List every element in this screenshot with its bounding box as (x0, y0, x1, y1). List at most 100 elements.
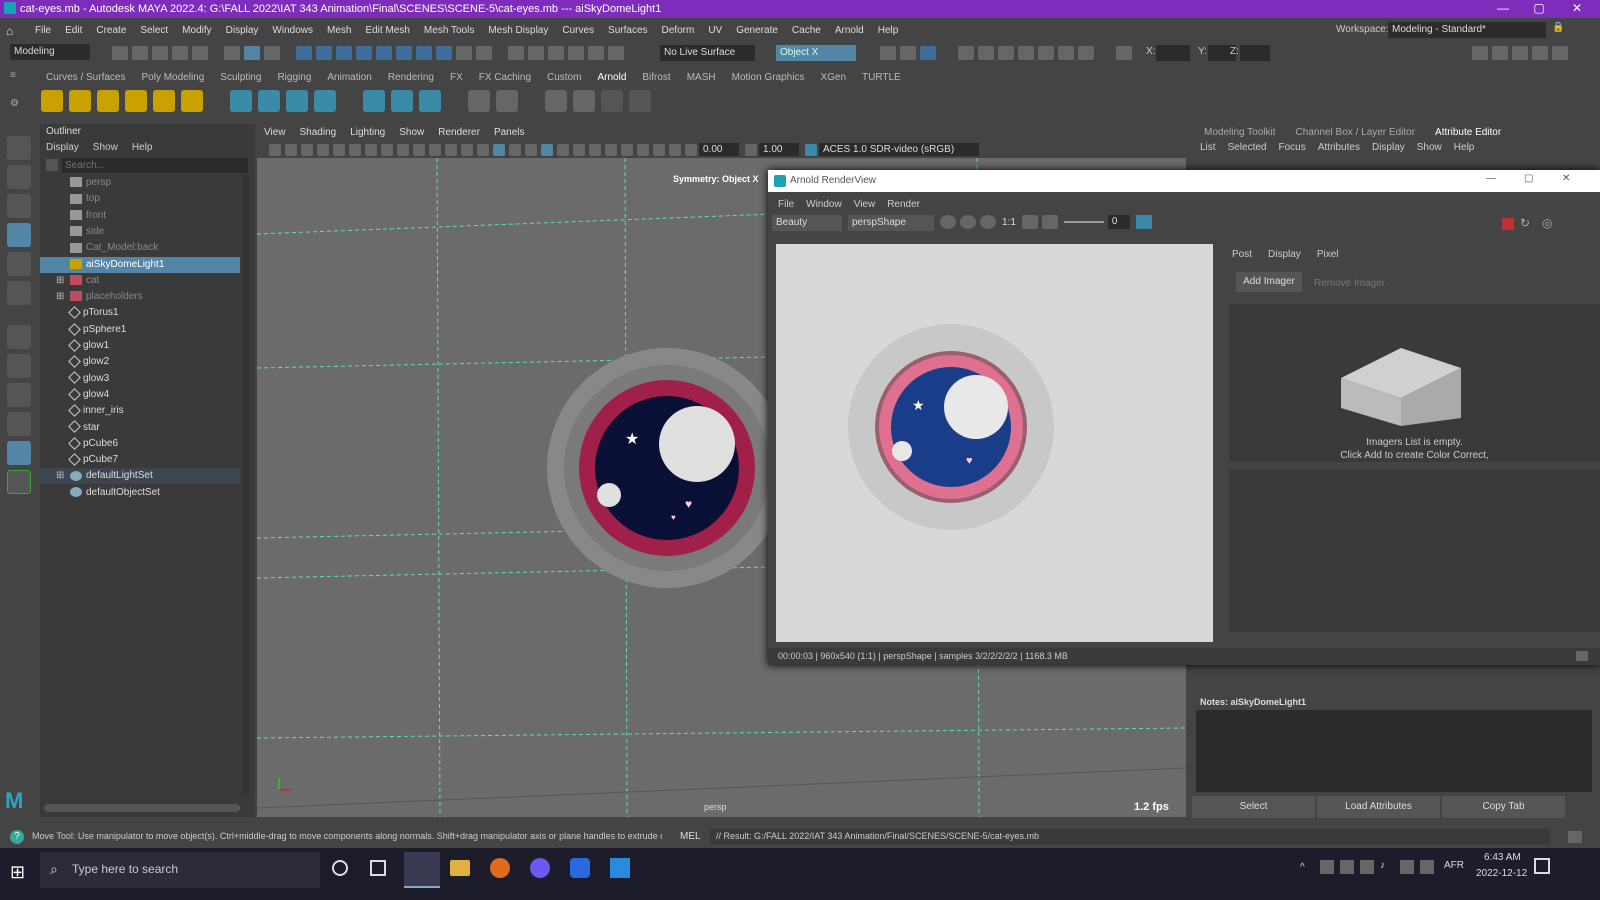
wireframe-icon[interactable] (477, 143, 489, 156)
tab-modeling-toolkit[interactable]: Modeling Toolkit (1194, 127, 1286, 138)
wifi-icon[interactable] (1400, 860, 1414, 874)
attribute-editor-icon[interactable] (1512, 46, 1528, 60)
add-imager-button[interactable]: Add Imager (1236, 272, 1302, 292)
single-view-icon[interactable] (7, 354, 31, 378)
zoom-ratio[interactable]: 1:1 (1002, 217, 1016, 228)
refresh-icon[interactable]: ↻ (1520, 216, 1530, 230)
outliner-item[interactable]: glow2 (40, 354, 240, 370)
screen-ao-icon[interactable] (589, 143, 601, 156)
shelf-tab-turtle[interactable]: TURTLE (854, 72, 909, 83)
outliner-item[interactable]: star (40, 420, 240, 436)
camera-attr-icon[interactable] (285, 143, 297, 156)
graph-icon[interactable] (496, 90, 518, 112)
menu-mesh[interactable]: Mesh (320, 25, 358, 36)
app-icon-1[interactable] (570, 858, 590, 878)
render-icon[interactable] (940, 215, 956, 229)
menu-generate[interactable]: Generate (729, 25, 785, 36)
outliner-scrollbar[interactable] (242, 175, 250, 795)
transform-icon[interactable] (1116, 46, 1132, 60)
volume-icon[interactable] (258, 90, 280, 112)
viewport-menu-view[interactable]: View (257, 127, 293, 138)
mesh-light-icon[interactable] (69, 90, 91, 112)
outliner-item[interactable]: glow1 (40, 338, 240, 354)
smooth-shade-icon[interactable] (493, 143, 505, 156)
shadows-icon[interactable] (573, 143, 585, 156)
lock-selection-icon[interactable] (456, 46, 472, 60)
attr-menu-list[interactable]: List (1194, 142, 1222, 153)
viewport-menu-panels[interactable]: Panels (487, 127, 532, 138)
help-icon[interactable]: ? (10, 830, 24, 844)
snap-edge-icon[interactable] (436, 46, 452, 60)
paint-select-tool-icon[interactable] (7, 194, 31, 218)
expand-icon[interactable]: ⊞ (56, 289, 64, 305)
shelf-tab-xgen[interactable]: XGen (812, 72, 854, 83)
outliner-menu-show[interactable]: Show (93, 142, 118, 153)
grease-pencil-icon[interactable] (349, 143, 361, 156)
script-language[interactable]: MEL (680, 831, 701, 842)
display-toggle-icon[interactable] (476, 46, 492, 60)
snap-curve-icon[interactable] (316, 46, 332, 60)
menu-select[interactable]: Select (133, 25, 175, 36)
shelf-menu-icon[interactable]: ≡ (10, 70, 24, 84)
render-view-shelf-icon[interactable] (573, 90, 595, 112)
render-tab-display[interactable]: Display (1260, 249, 1309, 260)
shelf-tab-curves-surfaces[interactable]: Curves / Surfaces (38, 72, 133, 83)
render-tab-pixel[interactable]: Pixel (1309, 249, 1347, 260)
shelf-tab-fx-caching[interactable]: FX Caching (471, 72, 539, 83)
symmetry-field[interactable]: Object X (776, 45, 856, 61)
save-scene-icon[interactable] (152, 46, 168, 60)
select-object-icon[interactable] (244, 46, 260, 60)
command-result[interactable]: // Result: G:/FALL 2022/IAT 343 Animatio… (710, 829, 1550, 845)
taskbar-search[interactable]: ⌕ Type here to search (40, 852, 320, 888)
shelf-tab-poly-modeling[interactable]: Poly Modeling (133, 72, 212, 83)
menu-set-select[interactable]: Modeling (10, 44, 90, 60)
render-minimize-button[interactable]: — (1486, 173, 1496, 184)
attr-menu-focus[interactable]: Focus (1272, 142, 1311, 153)
colorspace-select[interactable]: ACES 1.0 SDR-video (sRGB) (819, 143, 979, 156)
menu-cache[interactable]: Cache (785, 25, 828, 36)
outliner-item[interactable]: top (40, 191, 240, 207)
redo-icon[interactable] (192, 46, 208, 60)
attr-menu-help[interactable]: Help (1448, 142, 1481, 153)
copy-tab-button[interactable]: Copy Tab (1442, 796, 1565, 818)
render-globals-icon[interactable] (1018, 46, 1034, 60)
outliner-item[interactable]: Cat_Model:back (40, 240, 240, 256)
shelf-tab-arnold[interactable]: Arnold (589, 72, 634, 83)
exposure-value[interactable]: 0 (1107, 215, 1130, 229)
xray-icon[interactable] (653, 143, 665, 156)
snap-vertex-icon[interactable] (416, 46, 432, 60)
maximize-button[interactable]: ▢ (1524, 1, 1554, 17)
shelf-tab-animation[interactable]: Animation (319, 72, 379, 83)
notifications-icon[interactable] (1534, 858, 1550, 874)
viewport-menu-renderer[interactable]: Renderer (431, 127, 487, 138)
textured-icon[interactable] (541, 143, 553, 156)
outliner-item[interactable]: pCube6 (40, 436, 240, 452)
notes-textarea[interactable] (1196, 710, 1592, 792)
exposure-icon[interactable] (685, 143, 697, 156)
gamma-field[interactable]: 1.00 (759, 143, 799, 156)
menu-windows[interactable]: Windows (265, 25, 320, 36)
minimize-button[interactable]: — (1488, 1, 1518, 17)
menu-surfaces[interactable]: Surfaces (601, 25, 654, 36)
outliner-item[interactable]: side (40, 224, 240, 240)
safe-action-icon[interactable] (445, 143, 457, 156)
arnold-render-icon[interactable] (1038, 46, 1054, 60)
operator-icon[interactable] (468, 90, 490, 112)
soft-select-icon[interactable] (588, 46, 604, 60)
outliner-item[interactable]: front (40, 208, 240, 224)
task-view-icon[interactable] (370, 860, 386, 876)
tray-icon-1[interactable] (1320, 860, 1334, 874)
ipr-render-icon[interactable] (978, 46, 994, 60)
tx-manager-icon[interactable] (391, 90, 413, 112)
outliner-menu-display[interactable]: Display (46, 142, 79, 153)
outliner-item[interactable]: glow3 (40, 371, 240, 387)
outliner-search-input[interactable] (62, 158, 248, 173)
x-field[interactable] (1156, 45, 1190, 61)
tab-attribute-editor[interactable]: Attribute Editor (1425, 127, 1511, 138)
render-menu-window[interactable]: Window (800, 199, 848, 210)
outliner-item[interactable]: ⊞ placeholders (40, 289, 240, 305)
last-tool-icon[interactable] (7, 325, 31, 349)
menu-deform[interactable]: Deform (655, 25, 702, 36)
scale-tool-icon[interactable] (7, 281, 31, 305)
tray-icon-3[interactable] (1360, 860, 1374, 874)
